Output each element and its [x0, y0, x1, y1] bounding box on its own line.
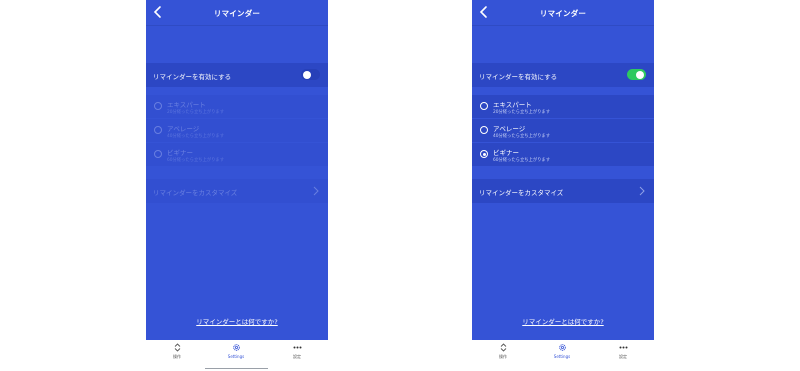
option-expert[interactable]: エキスパート 20分経ったら立ち上がります	[146, 95, 328, 119]
option-subtitle: 40分経ったら立ち上がります	[493, 134, 551, 139]
option-title: エキスパート	[167, 101, 206, 109]
tab-more[interactable]: 設定	[603, 343, 643, 365]
option-title: ビギナー	[167, 149, 193, 157]
option-title: ビギナー	[493, 149, 519, 157]
option-average[interactable]: アベレージ 40分経ったら立ち上がります	[472, 119, 654, 143]
option-subtitle: 20分経ったら立ち上がります	[493, 110, 551, 115]
chevron-right-icon	[639, 186, 645, 196]
screen-background: リマインダー リマインダーを有効にする エキスパート 20分経ったら立ち上がりま…	[472, 0, 654, 340]
screen-background: リマインダー リマインダーを有効にする エキスパート 20分経ったら立ち上がりま…	[146, 0, 328, 340]
header: リマインダー	[146, 0, 328, 26]
tab-bar: 操作 Settings 設定	[472, 340, 654, 371]
toggle-knob	[303, 70, 311, 79]
phone-screen-reminders-disabled: リマインダー リマインダーを有効にする エキスパート 20分経ったら立ち上がりま…	[146, 0, 328, 371]
tab-sort[interactable]: 操作	[483, 343, 523, 365]
sort-icon	[500, 343, 506, 352]
radio-button[interactable]	[154, 102, 162, 110]
reminder-level-options: エキスパート 20分経ったら立ち上がります アベレージ 40分経ったら立ち上がり…	[472, 95, 654, 167]
what-are-reminders-link[interactable]: リマインダーとは何ですか?	[472, 316, 654, 326]
tab-sort[interactable]: 操作	[157, 343, 197, 365]
option-title: エキスパート	[493, 101, 532, 109]
option-expert[interactable]: エキスパート 20分経ったら立ち上がります	[472, 95, 654, 119]
radio-button-selected[interactable]	[480, 150, 488, 158]
tab-label: Settings	[553, 354, 571, 359]
page-title: リマインダー	[539, 9, 587, 18]
option-subtitle: 60分経ったら立ち上がります	[493, 158, 551, 163]
customize-reminders-row[interactable]: リマインダーをカスタマイズ	[472, 179, 654, 203]
gear-icon	[558, 344, 566, 351]
radio-button[interactable]	[480, 126, 488, 134]
tab-label: 設定	[293, 354, 301, 359]
option-average[interactable]: アベレージ 40分経ったら立ち上がります	[146, 119, 328, 143]
more-icon	[293, 346, 301, 349]
sort-icon	[174, 343, 180, 352]
radio-button[interactable]	[480, 102, 488, 110]
enable-reminders-toggle[interactable]	[627, 69, 646, 80]
enable-reminders-label: リマインダーを有効にする	[479, 73, 558, 81]
page-title: リマインダー	[213, 9, 261, 18]
enable-reminders-row: リマインダーを有効にする	[146, 63, 328, 87]
reminder-level-options: エキスパート 20分経ったら立ち上がります アベレージ 40分経ったら立ち上がり…	[146, 95, 328, 167]
enable-reminders-row: リマインダーを有効にする	[472, 63, 654, 87]
option-title: アベレージ	[493, 125, 526, 133]
tab-settings[interactable]: Settings	[216, 343, 256, 365]
more-icon	[619, 346, 627, 349]
tab-bar: 操作 Settings 設定	[146, 340, 328, 371]
tab-label: 設定	[619, 354, 627, 359]
phone-screen-reminders-enabled: リマインダー リマインダーを有効にする エキスパート 20分経ったら立ち上がりま…	[472, 0, 654, 371]
toggle-knob	[636, 70, 644, 79]
tab-more[interactable]: 設定	[277, 343, 317, 365]
tab-label: 操作	[499, 354, 507, 359]
enable-reminders-toggle[interactable]	[301, 69, 320, 80]
customize-reminders-row[interactable]: リマインダーをカスタマイズ	[146, 179, 328, 203]
option-beginner[interactable]: ビギナー 60分経ったら立ち上がります	[146, 143, 328, 167]
home-indicator	[205, 368, 268, 369]
header: リマインダー	[472, 0, 654, 26]
tab-label: Settings	[227, 354, 245, 359]
customize-label: リマインダーをカスタマイズ	[479, 189, 564, 197]
option-subtitle: 20分経ったら立ち上がります	[167, 110, 225, 115]
radio-button[interactable]	[154, 126, 162, 134]
option-title: アベレージ	[167, 125, 200, 133]
what-are-reminders-link[interactable]: リマインダーとは何ですか?	[146, 316, 328, 326]
tab-settings[interactable]: Settings	[542, 343, 582, 365]
option-subtitle: 60分経ったら立ち上がります	[167, 158, 225, 163]
tab-label: 操作	[173, 354, 181, 359]
enable-reminders-label: リマインダーを有効にする	[153, 73, 232, 81]
customize-label: リマインダーをカスタマイズ	[153, 189, 238, 197]
option-subtitle: 40分経ったら立ち上がります	[167, 134, 225, 139]
option-beginner[interactable]: ビギナー 60分経ったら立ち上がります	[472, 143, 654, 167]
gear-icon	[232, 344, 240, 351]
chevron-right-icon	[313, 186, 319, 196]
radio-button[interactable]	[154, 150, 162, 158]
